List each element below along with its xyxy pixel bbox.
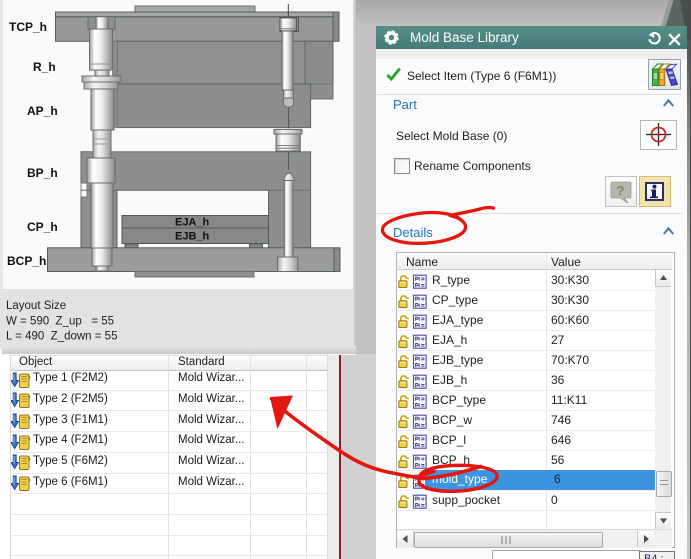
svg-text:L = 490 Z_down = 55: L = 490 Z_down = 55: [6, 331, 117, 343]
svg-text:EJB_h: EJB_h: [175, 231, 210, 243]
svg-text:BCP_h: BCP_h: [7, 254, 46, 268]
svg-text:TCP_h: TCP_h: [9, 20, 47, 34]
svg-text:CP_h: CP_h: [27, 220, 58, 234]
svg-text:BP_h: BP_h: [27, 166, 58, 180]
svg-text:W = 590 Z_up = 55: W = 590 Z_up = 55: [6, 316, 114, 328]
svg-text:EJA_h: EJA_h: [175, 217, 210, 229]
svg-text:?: ?: [616, 184, 624, 199]
svg-text:R_h: R_h: [33, 60, 56, 74]
svg-text:AP_h: AP_h: [27, 104, 58, 118]
svg-text:Layout Size: Layout Size: [6, 300, 66, 312]
